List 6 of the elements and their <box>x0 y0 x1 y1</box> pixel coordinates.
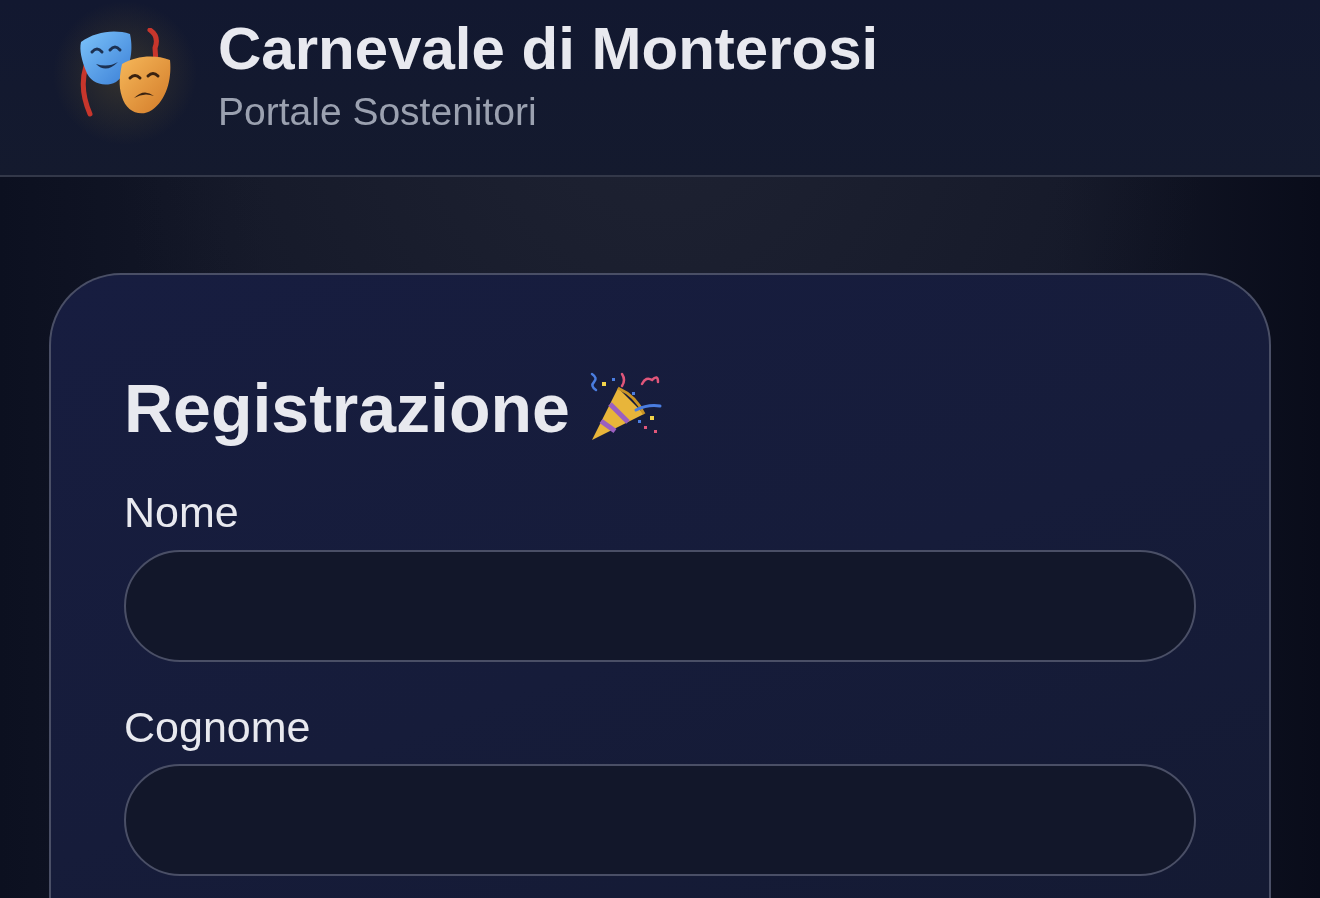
site-subtitle: Portale Sostenitori <box>218 90 537 135</box>
field-label: Nome <box>124 488 239 538</box>
theater-masks-icon <box>78 28 172 118</box>
form-title: Registrazione <box>124 369 570 448</box>
field-label: Cognome <box>124 702 311 753</box>
site-title: Carnevale di Monterosi <box>218 14 879 83</box>
